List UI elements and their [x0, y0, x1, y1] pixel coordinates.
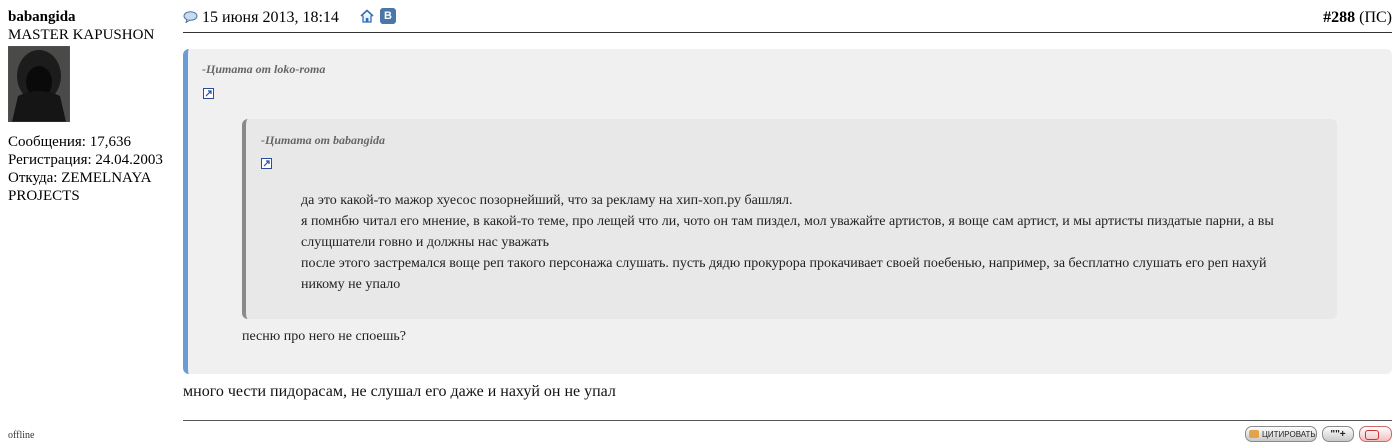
report-button[interactable] [1359, 426, 1392, 442]
post-number-link[interactable]: #288 [1323, 9, 1355, 26]
user-posts-count: Сообщения: 17,636 [8, 134, 131, 150]
post-divider [183, 420, 1392, 421]
quote-inner: -Цитата от babangida да это какой-то маж… [242, 119, 1337, 319]
user-location: Откуда: ZEMELNAYA PROJECTS [8, 170, 151, 204]
quote-button[interactable]: ЦИТИРОВАТЬ [1245, 426, 1317, 442]
quote-inner-jump-icon[interactable] [261, 158, 272, 169]
user-status: offline [8, 430, 35, 441]
user-panel: babangida MASTER KAPUSHON Сообщения: 17,… [8, 8, 176, 205]
post-message: много чести пидорасам, не слушал его даж… [183, 383, 616, 400]
post-number-suffix: (ПС) [1359, 9, 1392, 26]
quote-inner-line: я помнбю читал его мнение, в какой-то те… [301, 214, 1274, 250]
quote-inner-text: да это какой-то мажор хуесос позорнейший… [301, 190, 1301, 295]
home-icon[interactable] [360, 9, 374, 23]
post-number: #288 (ПС) [1323, 9, 1392, 27]
quote-outer-title: -Цитата от loko-roma [202, 62, 326, 76]
user-registration-date: Регистрация: 24.04.2003 [8, 152, 163, 168]
multiquote-button-label: ""+ [1330, 429, 1346, 440]
quote-inner-title: -Цитата от babangida [261, 133, 386, 147]
quote-inner-line: после этого застремался воще реп такого … [301, 256, 1267, 292]
user-title: MASTER KAPUSHON [8, 27, 155, 43]
quote-outer-jump-icon[interactable] [203, 88, 214, 99]
post-icon [183, 11, 198, 23]
post-date: 15 июня 2013, 18:14 [202, 9, 339, 26]
quote-inner-line: да это какой-то мажор хуесос позорнейший… [301, 193, 793, 208]
vk-icon[interactable]: В [380, 8, 396, 24]
avatar[interactable] [8, 46, 70, 122]
quote-button-label: ЦИТИРОВАТЬ [1262, 430, 1316, 439]
quote-outer: -Цитата от loko-roma -Цитата от babangid… [183, 49, 1392, 374]
quote-outer-reply: песню про него не споешь? [242, 329, 406, 344]
username-link[interactable]: babangida [8, 8, 176, 26]
post-header: 15 июня 2013, 18:14 В #288 (ПС) [183, 8, 1392, 33]
quote-bubble-icon [1249, 430, 1259, 438]
multiquote-button[interactable]: ""+ [1322, 426, 1354, 442]
